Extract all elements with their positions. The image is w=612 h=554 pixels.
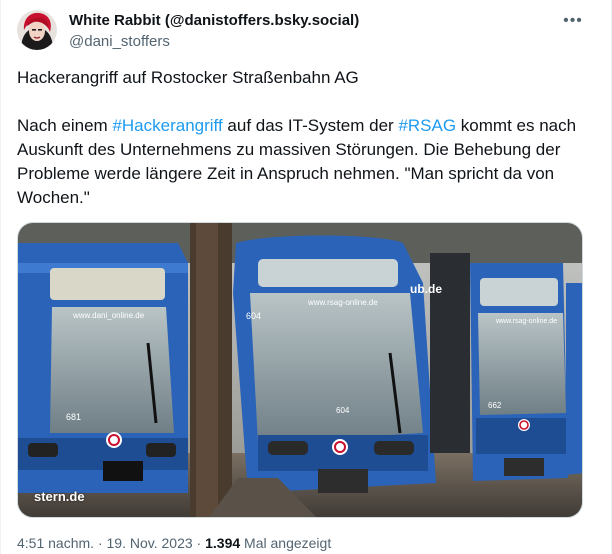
tram-label-1: www.dani_online.de (72, 311, 145, 320)
tram-right: ub.de www.rsag-online.de 662 (410, 253, 582, 481)
tweet-image[interactable]: www.dani_online.de 681 www.rsag-online.d… (17, 222, 583, 518)
tram-center: www.rsag-online.de 604 604 (233, 235, 436, 493)
more-options-button[interactable]: ••• (563, 11, 583, 31)
tram-label-3: www.rsag-online.de (495, 318, 557, 325)
tram-left: www.dani_online.de 681 (18, 243, 188, 493)
tram-number-2: 604 (246, 311, 261, 321)
timestamp-time[interactable]: 4:51 nachm. (17, 535, 94, 551)
tram-number-4: 662 (488, 401, 502, 410)
tram-number-3: 604 (336, 406, 350, 415)
tram-number-1: 681 (66, 412, 81, 422)
image-watermark: stern.de (34, 489, 85, 504)
avatar[interactable] (17, 10, 57, 50)
more-horizontal-icon: ••• (563, 12, 583, 29)
meta-separator: · (192, 535, 206, 551)
view-count: 1.394 (205, 535, 241, 551)
hashtag-hackerangriff[interactable]: #Hackerangriff (112, 116, 222, 135)
tram-label-4: ub.de (410, 282, 442, 296)
tweet-card: White Rabbit (@danistoffers.bsky.social)… (0, 0, 612, 554)
body-text-1: Nach einem (17, 116, 113, 135)
author-name[interactable]: White Rabbit (@danistoffers.bsky.social) (69, 12, 359, 29)
meta-separator: · (94, 535, 107, 551)
view-count-label: Mal angezeigt (240, 535, 332, 551)
hashtag-rsag[interactable]: #RSAG (398, 116, 456, 135)
tweet-body: Nach einem #Hackerangriff auf das IT-Sys… (17, 114, 577, 210)
tweet-headline: Hackerangriff auf Rostocker Straßenbahn … (17, 68, 359, 87)
timestamp-date[interactable]: 19. Nov. 2023 (107, 535, 193, 551)
tram-label-2: www.rsag-online.de (307, 298, 378, 307)
tweet-meta: 4:51 nachm. · 19. Nov. 2023 · 1.394 Mal … (17, 535, 331, 551)
body-text-2: auf das IT-System der (222, 116, 399, 135)
author-handle[interactable]: @dani_stoffers (69, 33, 170, 50)
